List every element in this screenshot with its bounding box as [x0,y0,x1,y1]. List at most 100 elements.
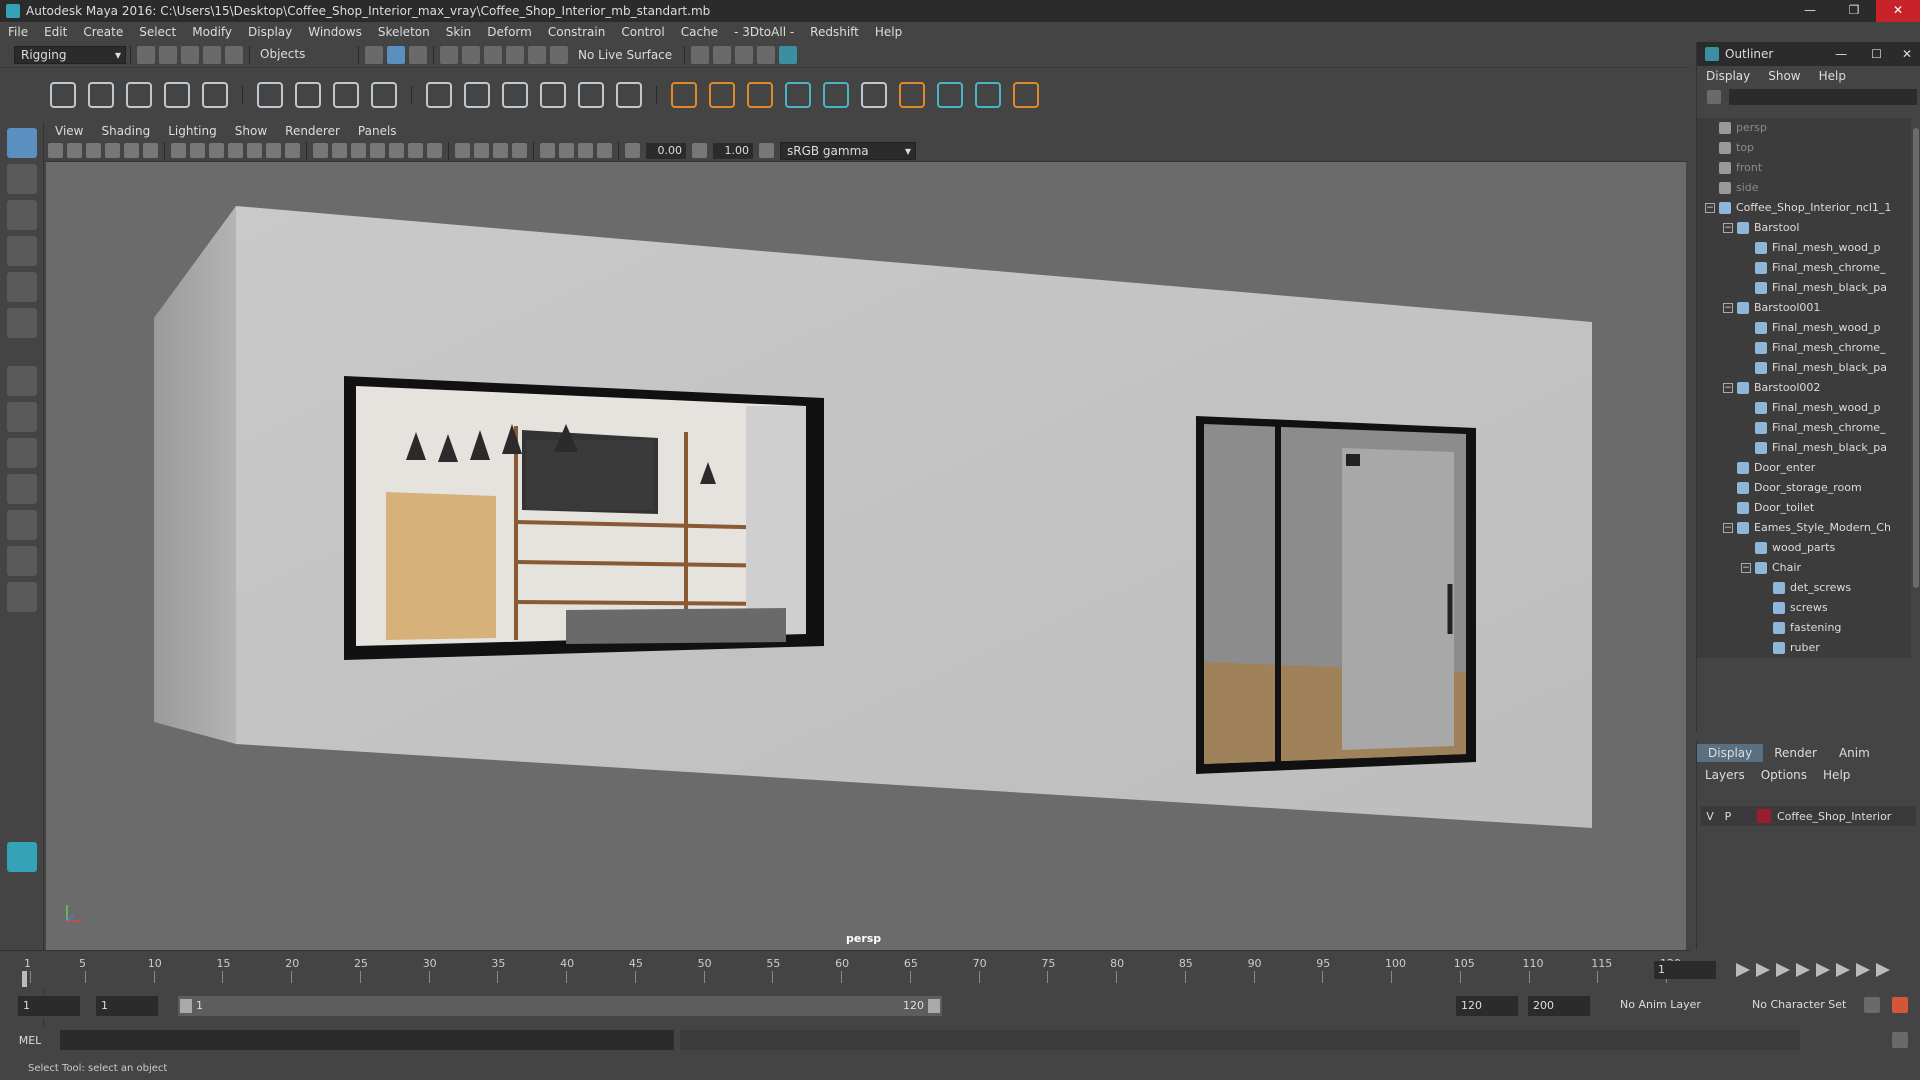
live-surface-label[interactable]: No Live Surface [578,48,672,62]
xray-joints-icon[interactable] [578,143,593,158]
range-slider[interactable]: 1 120 [178,996,942,1016]
render-settings-icon[interactable] [757,45,776,64]
menu-skin[interactable]: Skin [438,25,480,39]
save-scene-icon[interactable] [181,45,199,64]
layer-color-swatch[interactable] [1757,809,1771,823]
filter-icon[interactable] [1707,90,1721,104]
bounding-box-icon[interactable] [370,143,385,158]
layer-menu-layers[interactable]: Layers [1697,768,1753,782]
expand-collapse-icon[interactable]: − [1723,523,1733,533]
expand-collapse-icon[interactable]: − [1705,203,1715,213]
aim-constraint-icon[interactable] [578,82,604,108]
film-gate-icon[interactable] [190,143,205,158]
layer-menu-options[interactable]: Options [1753,768,1815,782]
menu-windows[interactable]: Windows [300,25,370,39]
select-by-component-icon[interactable] [409,45,427,64]
play-backwards-icon[interactable] [1796,963,1810,977]
resolution-gate-icon[interactable] [209,143,224,158]
select-camera-icon[interactable] [48,143,63,158]
animation-end-field[interactable]: 200 [1528,996,1590,1016]
maya-icon[interactable] [785,82,811,108]
ipr-render-icon[interactable] [735,45,754,64]
orient-constraint-icon[interactable] [502,82,528,108]
outliner-item[interactable]: fastening [1697,618,1911,638]
perspective-viewport[interactable]: persp [46,162,1686,950]
outliner-item[interactable]: Final_mesh_wood_p [1697,398,1911,418]
menu-help[interactable]: Help [867,25,910,39]
menu-display[interactable]: Display [240,25,300,39]
ik-spline-icon[interactable] [126,82,152,108]
wireframe-icon[interactable] [313,143,328,158]
screen-space-ao-icon[interactable] [455,143,470,158]
menu-3dtoall[interactable]: - 3DtoAll - [726,25,802,39]
magnet-icon[interactable] [550,45,568,64]
play-forwards-icon[interactable] [1816,963,1830,977]
outliner-item[interactable]: Final_mesh_black_pa [1697,278,1911,298]
v-ray-icon[interactable] [1013,82,1039,108]
hypershade-icon[interactable] [779,45,798,64]
outliner-item[interactable]: front [1697,158,1911,178]
display-layer-row[interactable]: V P Coffee_Shop_Interior [1701,806,1916,826]
gamma-icon[interactable] [692,143,707,158]
bind-skin-icon[interactable] [257,82,283,108]
outliner-search-field[interactable] [1729,89,1917,105]
maximize-button[interactable]: ❐ [1832,0,1876,22]
menu-modify[interactable]: Modify [184,25,240,39]
select-by-hierarchy-icon[interactable] [365,45,383,64]
joint-tool-icon[interactable] [50,82,76,108]
four-view-layout-icon[interactable] [7,402,37,432]
outliner-item[interactable]: Final_mesh_chrome_ [1697,258,1911,278]
outliner-item[interactable]: Final_mesh_wood_p [1697,318,1911,338]
blank-shelf-icon[interactable] [861,82,887,108]
more-layouts-icon[interactable] [7,582,37,612]
animation-start-field[interactable]: 1 [18,996,80,1016]
exposure-field[interactable]: 0.00 [646,142,686,159]
set-driven-key-icon[interactable] [899,82,925,108]
outliner-item[interactable]: − Coffee_Shop_Interior_ncl1_1 [1697,198,1911,218]
character-set-dropdown[interactable]: No Character Set [1752,998,1846,1011]
menu-cache[interactable]: Cache [673,25,726,39]
expand-collapse-icon[interactable]: − [1723,383,1733,393]
ik-handle-icon[interactable] [88,82,114,108]
use-all-lights-icon[interactable] [408,143,423,158]
minimize-button[interactable]: — [1788,0,1832,22]
viewport-menu-renderer[interactable]: Renderer [276,124,349,138]
go-to-start-icon[interactable] [1736,963,1750,977]
layer-visibility-toggle[interactable]: V [1701,810,1719,823]
expand-collapse-icon[interactable]: − [1741,563,1751,573]
single-perspective-layout-icon[interactable] [7,366,37,396]
exposure-icon[interactable] [625,143,640,158]
color-management-icon[interactable] [759,143,774,158]
viewport-menu-lighting[interactable]: Lighting [159,124,226,138]
field-chart-icon[interactable] [247,143,262,158]
insert-joint-icon[interactable] [164,82,190,108]
menu-redshift[interactable]: Redshift [802,25,867,39]
menu-file[interactable]: File [0,25,36,39]
current-frame-marker[interactable] [22,971,27,987]
playback-end-field[interactable]: 120 [1456,996,1518,1016]
selection-mode-dropdown[interactable]: Objects [254,45,354,64]
viewport-menu-panels[interactable]: Panels [349,124,406,138]
maya-logo-shelf-icon[interactable] [975,82,1001,108]
outliner-item[interactable]: persp [1697,118,1911,138]
step-forward-frame-icon[interactable] [1836,963,1850,977]
snap-live-icon[interactable] [528,45,546,64]
maya-home-icon[interactable] [7,842,37,872]
xray-components-icon[interactable] [597,143,612,158]
snap-grid-icon[interactable] [440,45,458,64]
character-controls-icon[interactable] [747,82,773,108]
viewport-menu-view[interactable]: View [46,124,92,138]
open-scene-icon[interactable] [159,45,177,64]
redo-icon[interactable] [225,45,243,64]
textured-icon[interactable] [389,143,404,158]
outliner-item[interactable]: wood_parts [1697,538,1911,558]
gamma-field[interactable]: 1.00 [713,142,753,159]
layer-name[interactable]: Coffee_Shop_Interior [1777,810,1891,823]
paint-effects-icon[interactable] [937,82,963,108]
image-plane-icon[interactable] [105,143,120,158]
outliner-item[interactable]: ruber [1697,638,1911,658]
step-back-key-icon[interactable] [1756,963,1770,977]
depth-of-field-icon[interactable] [512,143,527,158]
outliner-item[interactable]: − Chair [1697,558,1911,578]
outliner-scrollbar[interactable] [1911,118,1920,658]
